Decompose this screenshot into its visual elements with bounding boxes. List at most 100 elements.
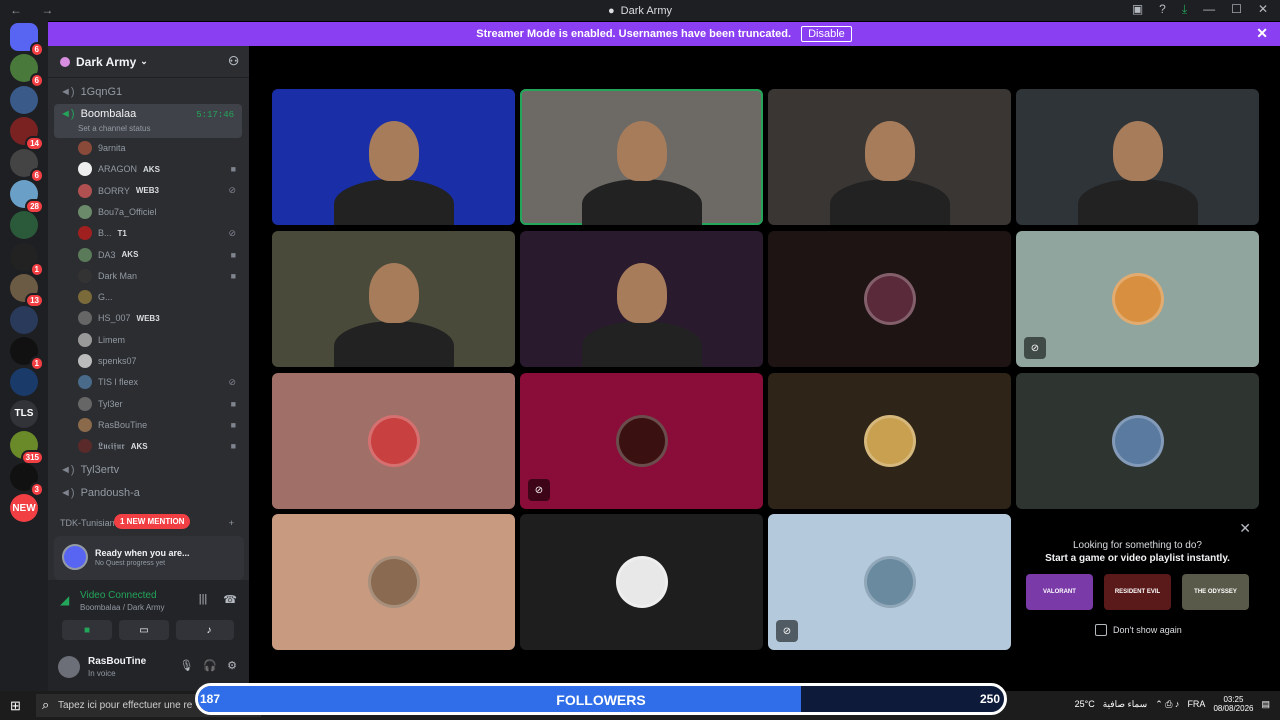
avatar-tile[interactable]: ⊘ xyxy=(520,373,763,509)
quest-card[interactable]: Ready when you are... No Quest progress … xyxy=(54,536,244,580)
avatar-tile[interactable]: ⊘ xyxy=(1016,231,1259,367)
avatar-tile[interactable] xyxy=(272,514,515,650)
video-tile[interactable] xyxy=(520,89,763,225)
server-icon[interactable]: 13 xyxy=(10,274,44,309)
voice-member[interactable]: RasBouTine ■ xyxy=(78,415,242,435)
voice-member[interactable]: Bou7a_Officiel xyxy=(78,202,242,222)
avatar xyxy=(78,226,92,241)
voice-member[interactable]: TIS l fleex ⊘ xyxy=(78,372,242,392)
server-icon[interactable]: 1 xyxy=(10,337,44,371)
channel-name: 1GqnG1 xyxy=(80,86,123,98)
member-tag: AKS xyxy=(130,441,148,451)
server-icon[interactable] xyxy=(10,368,38,397)
close-icon[interactable]: ✕ xyxy=(1239,520,1251,537)
download-icon[interactable]: ⤓ xyxy=(1182,2,1187,17)
voice-member[interactable]: 𝕷𝖚𝖈𝖎𝖋𝖚𝖗 AKS ■ xyxy=(78,436,242,456)
maximize-button[interactable]: ☐ xyxy=(1231,2,1242,17)
mute-icon: ⊘ xyxy=(228,376,236,387)
time: 03:25 xyxy=(1223,695,1244,704)
game-card-odyssey[interactable]: THE ODYSSEY xyxy=(1182,574,1249,610)
voice-member[interactable]: HS_007 WEB3 xyxy=(78,308,242,328)
voice-channel-top[interactable]: ◄) 1GqnG1 xyxy=(54,82,242,102)
avatar[interactable] xyxy=(58,656,80,678)
server-icon[interactable]: NEW xyxy=(10,494,38,522)
soundboard-button[interactable]: ♪ xyxy=(184,620,234,640)
clock[interactable]: 03:25 08/08/2026 xyxy=(1213,695,1253,713)
server-header[interactable]: Dark Army ⌄ ⚇ xyxy=(48,46,249,78)
avatar-tile[interactable] xyxy=(1016,373,1259,509)
server-icon[interactable]: TLS xyxy=(10,399,38,428)
voice-member[interactable]: Dark Man ■ xyxy=(78,266,242,286)
username[interactable]: RasBouTine xyxy=(88,656,146,667)
mention-badge: 3 xyxy=(29,481,44,497)
voice-status[interactable]: Video Connected xyxy=(80,590,157,601)
headphones-icon[interactable]: 🎧 xyxy=(203,659,217,672)
voice-channel[interactable]: ◄) Tyl3ertv xyxy=(54,460,242,480)
plus-icon[interactable]: + xyxy=(229,518,234,528)
video-tile[interactable] xyxy=(272,231,515,367)
server-icon[interactable]: 6 xyxy=(10,54,44,89)
chevron-down-icon: ⌄ xyxy=(140,56,148,66)
server-icon[interactable]: 3 xyxy=(10,462,44,497)
server-icon[interactable]: 28 xyxy=(10,180,44,214)
language[interactable]: FRA xyxy=(1187,699,1205,709)
avatar-tile[interactable]: ⊘ xyxy=(768,514,1011,650)
channel-status[interactable]: Set a channel status xyxy=(78,124,151,133)
server-icon[interactable]: 315 xyxy=(10,431,44,466)
server-icon[interactable]: 6 xyxy=(10,23,44,57)
video-tile[interactable] xyxy=(1016,89,1259,225)
signal-icon[interactable]: ◢ xyxy=(60,593,69,607)
disconnect-icon[interactable]: ☎ xyxy=(223,593,237,606)
avatar-tile[interactable] xyxy=(768,373,1011,509)
gear-icon[interactable]: ⚙ xyxy=(227,659,237,672)
noise-suppression-icon[interactable]: ||| xyxy=(199,593,208,606)
video-tile[interactable] xyxy=(768,89,1011,225)
tray-icons[interactable]: ⌃ ⎙ ♪ xyxy=(1155,699,1179,710)
voice-member[interactable]: DA3 AKS ■ xyxy=(78,245,242,265)
inbox-icon[interactable]: ▣ xyxy=(1132,2,1143,17)
server-icon[interactable] xyxy=(10,211,38,240)
voice-channel-active[interactable]: ◄) Boombalaa 5:17:46 Set a channel statu… xyxy=(54,104,242,138)
avatar-tile[interactable] xyxy=(272,373,515,509)
microphone-icon[interactable]: 🎙 xyxy=(179,659,193,672)
voice-member[interactable]: spenks07 xyxy=(78,351,242,371)
voice-member[interactable]: Limem xyxy=(78,330,242,350)
server-icon[interactable] xyxy=(10,305,38,334)
server-icon[interactable] xyxy=(10,85,38,114)
video-tile[interactable] xyxy=(520,231,763,367)
avatar-tile[interactable] xyxy=(520,514,763,650)
invite-icon[interactable]: ⚇ xyxy=(228,54,239,68)
member-name: 9arnita xyxy=(98,143,126,153)
voice-member[interactable]: G... xyxy=(78,287,242,307)
disable-button[interactable]: Disable xyxy=(801,26,852,42)
game-card-valorant[interactable]: VALORANT xyxy=(1026,574,1093,610)
game-card-resident-evil[interactable]: RESIDENT EVIL xyxy=(1104,574,1171,610)
screen-share-button[interactable]: ▭ xyxy=(119,620,169,640)
server-icon[interactable]: 1 xyxy=(10,242,44,277)
windows-start-icon[interactable]: ⊞ xyxy=(10,698,21,714)
video-tile[interactable] xyxy=(272,89,515,225)
voice-member[interactable]: ARAGON AKS ■ xyxy=(78,159,242,179)
dont-show-checkbox[interactable] xyxy=(1095,624,1107,636)
voice-member[interactable]: 9arnita xyxy=(78,138,242,158)
close-button[interactable]: ✕ xyxy=(1258,2,1268,17)
voice-channel[interactable]: ◄) Pandoush-a xyxy=(54,483,242,503)
window-title-icon: ● xyxy=(608,4,615,17)
server-icon[interactable]: 14 xyxy=(10,117,44,152)
voice-member[interactable]: B... T1 ⊘ xyxy=(78,223,242,243)
participant-head xyxy=(369,121,419,181)
new-mention-badge[interactable]: 1 NEW MENTION xyxy=(114,514,191,529)
camera-button[interactable]: ■ xyxy=(62,620,112,640)
minimize-button[interactable]: — xyxy=(1203,2,1215,17)
nav-arrows[interactable]: ← → xyxy=(10,3,61,17)
member-name: B... xyxy=(98,228,112,239)
participant-head xyxy=(369,263,419,323)
voice-member[interactable]: Tyl3er ■ xyxy=(78,394,242,414)
server-icon[interactable]: 6 xyxy=(10,148,44,183)
weather-text[interactable]: سماء صافية xyxy=(1103,699,1147,710)
help-icon[interactable]: ? xyxy=(1159,2,1166,17)
avatar-tile[interactable] xyxy=(768,231,1011,367)
voice-member[interactable]: BORRY WEB3 ⊘ xyxy=(78,181,242,201)
close-icon[interactable]: ✕ xyxy=(1256,25,1268,42)
notification-icon[interactable]: ▤ xyxy=(1261,699,1270,710)
